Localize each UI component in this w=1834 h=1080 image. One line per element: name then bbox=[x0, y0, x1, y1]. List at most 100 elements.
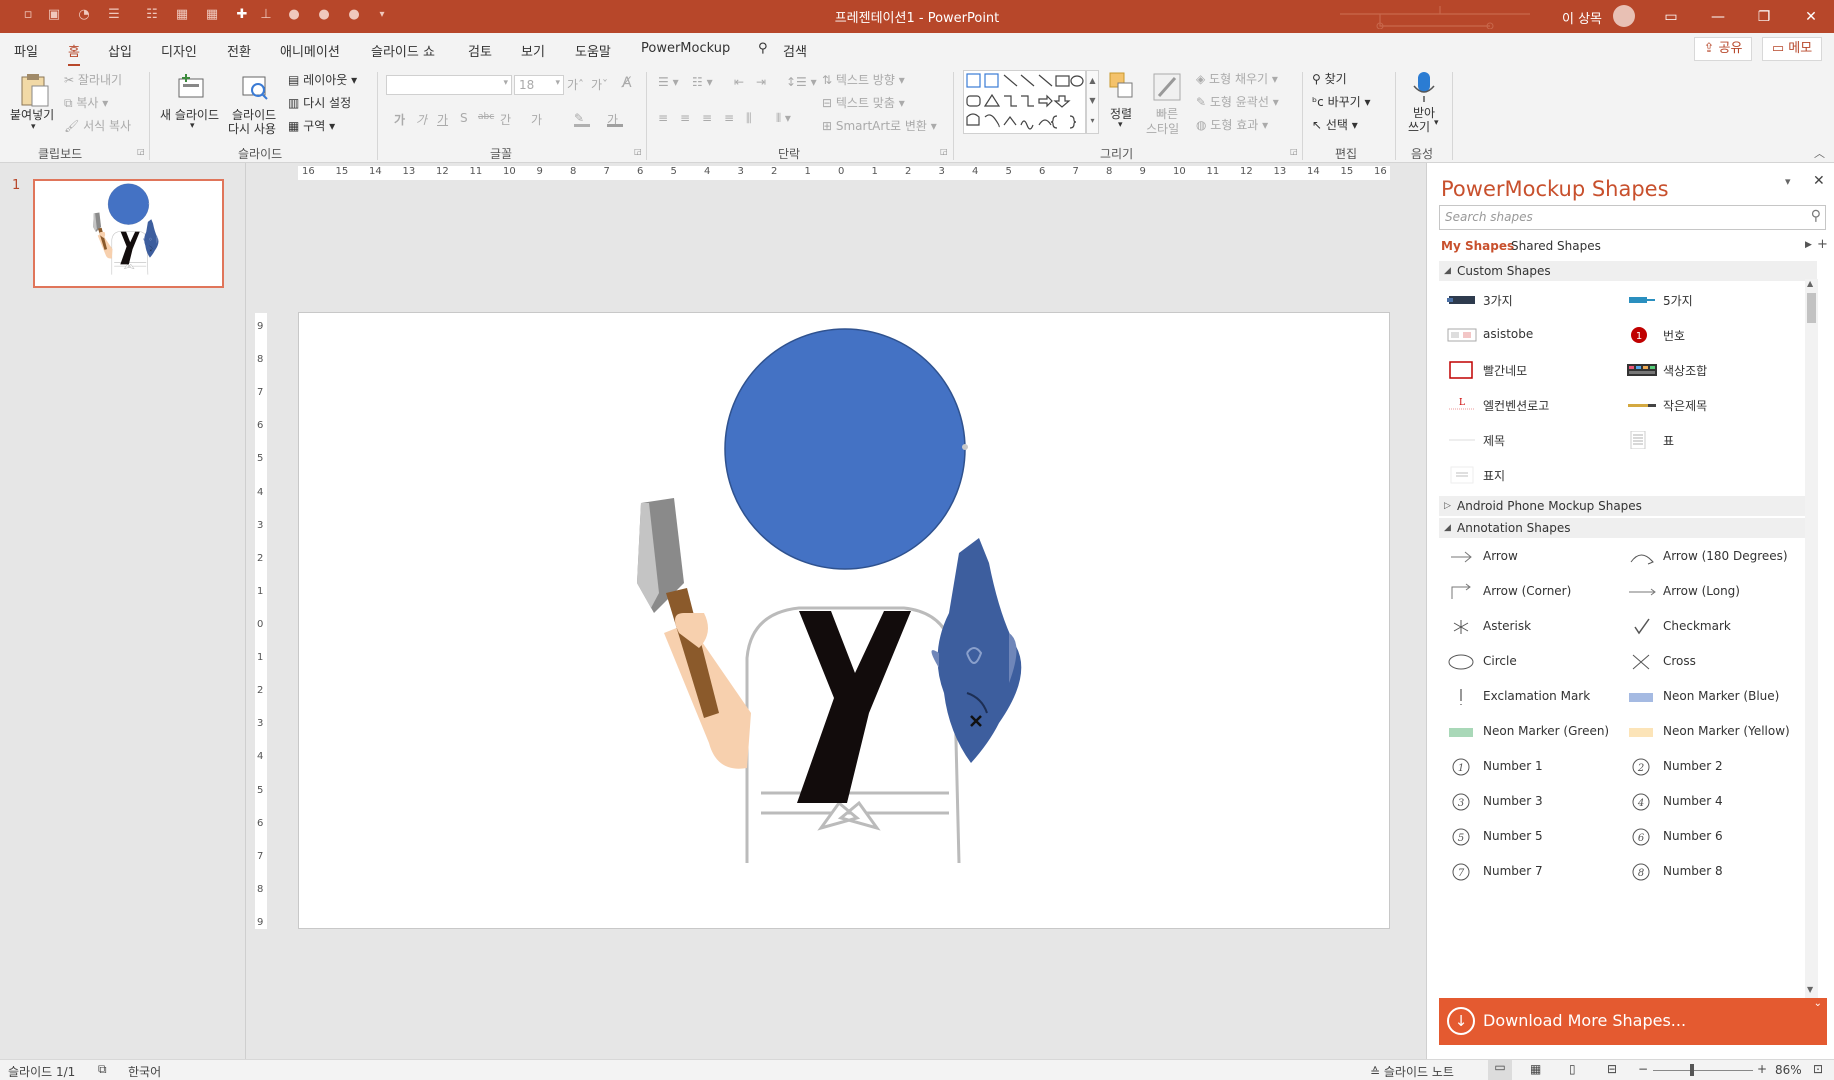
shape-effects-button[interactable]: ◍ 도형 효과 ▾ bbox=[1196, 116, 1268, 133]
tab-home[interactable]: 홈 bbox=[68, 41, 80, 67]
annotation-item[interactable]: Exclamation Mark bbox=[1441, 683, 1621, 711]
cut-button[interactable]: ✂ 잘라내기 bbox=[64, 71, 122, 88]
expand-arrow-icon[interactable]: ▶ bbox=[1805, 240, 1812, 250]
shape-item[interactable]: L 엘컨벤션로고 bbox=[1441, 391, 1621, 419]
tab-review[interactable]: 검토 bbox=[468, 41, 492, 60]
annotation-item[interactable]: Arrow (Corner) bbox=[1441, 578, 1621, 606]
shape-search-input[interactable]: Search shapes ⚲ bbox=[1439, 205, 1826, 230]
font-name-combobox[interactable]: ▾ bbox=[386, 75, 512, 95]
scroll-up-icon[interactable]: ▲ bbox=[1807, 279, 1813, 288]
char-spacing-button[interactable]: 간 bbox=[500, 111, 511, 128]
highlight-color-icon[interactable]: ✎ bbox=[574, 111, 590, 127]
font-size-combobox[interactable]: 18 ▾ bbox=[514, 75, 564, 95]
annotation-item[interactable]: 5 Number 5 bbox=[1441, 823, 1621, 851]
shape-item[interactable]: 작은제목 bbox=[1621, 391, 1801, 419]
columns-icon[interactable]: ⫴ ▾ bbox=[776, 111, 791, 126]
annotation-item[interactable]: Neon Marker (Yellow) bbox=[1621, 718, 1801, 746]
quick-access-icon-1[interactable]: ▫ bbox=[20, 7, 36, 23]
distributed-icon[interactable]: ⫼ bbox=[746, 111, 752, 126]
shape-item[interactable]: 1 번호 bbox=[1621, 321, 1801, 349]
panel-options-icon[interactable]: ▾ bbox=[1785, 175, 1791, 188]
layout-button[interactable]: ▤ 레이아웃 ▾ bbox=[288, 71, 357, 88]
shape-item[interactable]: 빨간네모 bbox=[1441, 356, 1621, 384]
tab-file[interactable]: 파일 bbox=[14, 41, 38, 60]
avatar[interactable] bbox=[1613, 5, 1635, 27]
quick-access-icon-12[interactable]: ● bbox=[346, 7, 362, 23]
paragraph-launcher-icon[interactable]: ◲ bbox=[940, 147, 948, 156]
arrange-dropdown-icon[interactable]: ▾ bbox=[1118, 120, 1123, 130]
quick-access-icon-10[interactable]: ● bbox=[286, 7, 302, 23]
shape-item[interactable]: 5가지 bbox=[1621, 286, 1801, 314]
annotation-item[interactable]: 3 Number 3 bbox=[1441, 788, 1621, 816]
annotation-item[interactable]: 1 Number 1 bbox=[1441, 753, 1621, 781]
decrease-indent-icon[interactable]: ⇤ bbox=[734, 75, 744, 89]
underline-button[interactable]: 가 bbox=[437, 111, 448, 128]
paste-button[interactable]: 붙여넣기 bbox=[10, 106, 54, 123]
slide-sorter-icon[interactable]: ▦ bbox=[1530, 1062, 1541, 1076]
quick-access-icon-4[interactable]: ☰ bbox=[106, 7, 122, 23]
quick-access-icon-6[interactable]: ▦ bbox=[174, 7, 190, 23]
annotation-item[interactable]: Asterisk bbox=[1441, 613, 1621, 641]
align-right-icon[interactable]: ≡ bbox=[702, 111, 712, 125]
download-more-shapes-button[interactable]: ↓ Download More Shapes... ⌄ bbox=[1439, 998, 1827, 1045]
slide-count[interactable]: 슬라이드 1/1 bbox=[8, 1063, 75, 1080]
select-button[interactable]: ↖ 선택 ▾ bbox=[1312, 116, 1358, 133]
annotation-item[interactable]: 4 Number 4 bbox=[1621, 788, 1801, 816]
strikethrough-button[interactable]: abc bbox=[478, 112, 494, 122]
change-case-button[interactable]: 가 bbox=[531, 111, 542, 128]
panel-scrollbar[interactable]: ▲ ▼ bbox=[1805, 279, 1818, 999]
align-left-icon[interactable]: ≡ bbox=[658, 111, 668, 125]
shapes-gallery-scroll[interactable]: ▲ ▼ ▾ bbox=[1086, 70, 1099, 134]
quick-access-icon-7[interactable]: ▦ bbox=[204, 7, 220, 23]
tab-transitions[interactable]: 전환 bbox=[227, 41, 251, 60]
shape-item[interactable]: 표지 bbox=[1441, 461, 1621, 489]
drawing-launcher-icon[interactable]: ◲ bbox=[1290, 147, 1298, 156]
tab-shared-shapes[interactable]: Shared Shapes bbox=[1511, 239, 1601, 253]
shape-item[interactable]: asistobe bbox=[1441, 321, 1621, 349]
align-text-button[interactable]: ⊟ 텍스트 맞춤 ▾ bbox=[822, 94, 905, 111]
collapse-ribbon-icon[interactable]: ︿ bbox=[1814, 145, 1825, 161]
scroll-thumb[interactable] bbox=[1807, 293, 1816, 323]
annotation-item[interactable]: 2 Number 2 bbox=[1621, 753, 1801, 781]
ribbon-display-icon[interactable]: ▭ bbox=[1650, 4, 1692, 30]
panel-close-icon[interactable]: ✕ bbox=[1813, 173, 1825, 189]
italic-button[interactable]: 가 bbox=[416, 111, 427, 128]
memo-button[interactable]: ▭ 메모 bbox=[1762, 37, 1822, 61]
annotation-item[interactable]: Neon Marker (Green) bbox=[1441, 718, 1621, 746]
section-annotation-shapes[interactable]: ◢ Annotation Shapes bbox=[1439, 518, 1817, 538]
quick-access-icon-3[interactable]: ◔ bbox=[76, 7, 92, 23]
fit-to-window-icon[interactable]: ⊡ bbox=[1813, 1062, 1823, 1076]
section-button[interactable]: ▦ 구역 ▾ bbox=[288, 117, 335, 134]
tab-help[interactable]: 도움말 bbox=[575, 41, 611, 60]
customize-qat-icon[interactable]: ▾ bbox=[374, 7, 390, 23]
annotation-item[interactable]: Arrow (Long) bbox=[1621, 578, 1801, 606]
shape-item[interactable]: 3가지 bbox=[1441, 286, 1621, 314]
search-icon[interactable]: ⚲ bbox=[1811, 208, 1821, 224]
reading-view-icon[interactable]: ▯ bbox=[1569, 1062, 1576, 1076]
dictate-dropdown-icon[interactable]: ▾ bbox=[1434, 118, 1439, 128]
zoom-in-icon[interactable]: + bbox=[1757, 1062, 1767, 1076]
font-color-icon[interactable]: 가 bbox=[607, 111, 623, 127]
spelling-icon[interactable]: ⧉ bbox=[98, 1062, 107, 1077]
slideshow-icon[interactable]: ⊟ bbox=[1607, 1062, 1617, 1076]
smartart-button[interactable]: ⊞ SmartArt로 변환 ▾ bbox=[822, 117, 937, 134]
reset-button[interactable]: ▥ 다시 설정 bbox=[288, 94, 351, 111]
tab-insert[interactable]: 삽입 bbox=[108, 41, 132, 60]
paste-dropdown-icon[interactable]: ▾ bbox=[31, 122, 36, 132]
annotation-item[interactable]: Cross bbox=[1621, 648, 1801, 676]
shadow-button[interactable]: S bbox=[460, 111, 468, 125]
slide-canvas[interactable] bbox=[298, 312, 1390, 929]
font-launcher-icon[interactable]: ◲ bbox=[634, 147, 642, 156]
increase-font-icon[interactable]: 가ˆ bbox=[567, 76, 584, 93]
sushi-chef-illustration[interactable] bbox=[635, 327, 1023, 865]
clipboard-launcher-icon[interactable]: ◲ bbox=[137, 147, 145, 156]
bold-button[interactable]: 가 bbox=[394, 111, 405, 128]
quick-access-icon-9[interactable]: ⊥ bbox=[258, 7, 274, 23]
tell-me-search[interactable]: 검색 bbox=[783, 41, 807, 60]
notes-button[interactable]: ≙ 슬라이드 노트 bbox=[1370, 1063, 1454, 1080]
zoom-slider[interactable] bbox=[1653, 1070, 1753, 1071]
search-icon[interactable]: ⚲ bbox=[758, 41, 768, 56]
clear-formatting-icon[interactable]: A̸ bbox=[622, 75, 632, 91]
quick-access-icon-5[interactable]: ☷ bbox=[144, 7, 160, 23]
annotation-item[interactable]: 6 Number 6 bbox=[1621, 823, 1801, 851]
